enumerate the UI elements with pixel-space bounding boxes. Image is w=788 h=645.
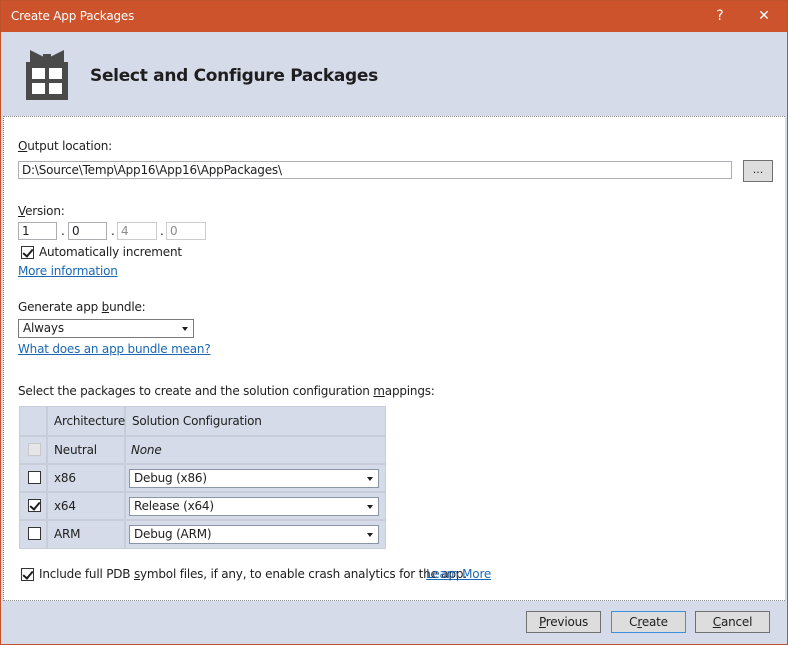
version-separator: . <box>61 224 65 238</box>
architecture-arm: ARM <box>54 527 81 541</box>
column-header-solution-configuration: Solution Configuration <box>132 414 262 428</box>
learn-more-link[interactable]: Learn More <box>426 567 491 581</box>
version-separator: . <box>111 224 115 238</box>
version-separator: . <box>160 224 164 238</box>
package-checkbox-x86[interactable] <box>28 471 41 484</box>
output-location-input[interactable]: D:\Source\Temp\App16\App16\AppPackages\ <box>18 161 732 179</box>
generate-bundle-dropdown[interactable]: Always <box>18 319 194 338</box>
wizard-header: Select and Configure Packages <box>1 32 787 116</box>
version-major-input[interactable]: 1 <box>18 222 57 240</box>
gift-package-icon <box>26 50 68 100</box>
window-title: Create App Packages <box>11 9 135 23</box>
chevron-down-icon <box>182 327 188 331</box>
grid-divider <box>124 407 126 548</box>
title-bar: Create App Packages ? ✕ <box>1 1 787 32</box>
version-minor-input[interactable]: 0 <box>68 222 107 240</box>
create-app-packages-dialog: Create App Packages ? ✕ Select and Confi… <box>0 0 788 645</box>
configuration-selected-arm: Debug (ARM) <box>134 527 212 541</box>
help-button[interactable]: ? <box>708 5 732 27</box>
cancel-button[interactable]: Cancel <box>695 611 770 633</box>
architecture-neutral: Neutral <box>54 443 97 457</box>
auto-increment-label: Automatically increment <box>39 245 182 259</box>
package-checkbox-x64[interactable] <box>28 499 41 512</box>
include-pdb-label: Include full PDB symbol files, if any, t… <box>39 567 467 581</box>
architecture-x86: x86 <box>54 471 76 485</box>
configuration-dropdown-arm[interactable]: Debug (ARM) <box>129 525 379 544</box>
create-button[interactable]: Create <box>611 611 686 633</box>
auto-increment-checkbox[interactable] <box>21 246 34 259</box>
browse-button[interactable]: ... <box>743 160 773 182</box>
configuration-selected-x86: Debug (x86) <box>134 471 207 485</box>
packages-label: Select the packages to create and the so… <box>18 384 435 398</box>
grid-divider <box>20 491 385 493</box>
grid-divider <box>20 463 385 465</box>
previous-button[interactable]: Previous <box>526 611 601 633</box>
package-checkbox-arm[interactable] <box>28 527 41 540</box>
configuration-dropdown-x64[interactable]: Release (x64) <box>129 497 379 516</box>
configuration-neutral: None <box>131 443 162 457</box>
chevron-down-icon <box>367 505 373 509</box>
dialog-footer: Previous Create Cancel <box>1 602 787 644</box>
architecture-x64: x64 <box>54 499 76 513</box>
generate-bundle-label: Generate app bundle: <box>18 300 146 314</box>
grid-divider <box>20 435 385 437</box>
include-pdb-checkbox[interactable] <box>21 568 34 581</box>
package-checkbox-neutral <box>28 443 41 456</box>
output-location-label: Output location: <box>18 139 112 153</box>
app-bundle-help-link[interactable]: What does an app bundle mean? <box>18 342 211 356</box>
version-revision-input: 0 <box>166 222 206 240</box>
page-title: Select and Configure Packages <box>90 66 378 86</box>
column-header-architecture: Architecture <box>54 414 126 428</box>
chevron-down-icon <box>367 477 373 481</box>
version-label: Version: <box>18 204 65 218</box>
configuration-selected-x64: Release (x64) <box>134 499 214 513</box>
generate-bundle-selected: Always <box>23 321 64 335</box>
close-button[interactable]: ✕ <box>752 5 776 27</box>
content-panel: Output location: D:\Source\Temp\App16\Ap… <box>3 116 785 601</box>
package-mapping-grid: Architecture Solution Configuration Neut… <box>19 406 386 549</box>
version-build-input: 4 <box>117 222 157 240</box>
grid-divider <box>46 407 48 548</box>
configuration-dropdown-x86[interactable]: Debug (x86) <box>129 469 379 488</box>
chevron-down-icon <box>367 533 373 537</box>
grid-divider <box>20 519 385 521</box>
more-information-link[interactable]: More information <box>18 264 118 278</box>
